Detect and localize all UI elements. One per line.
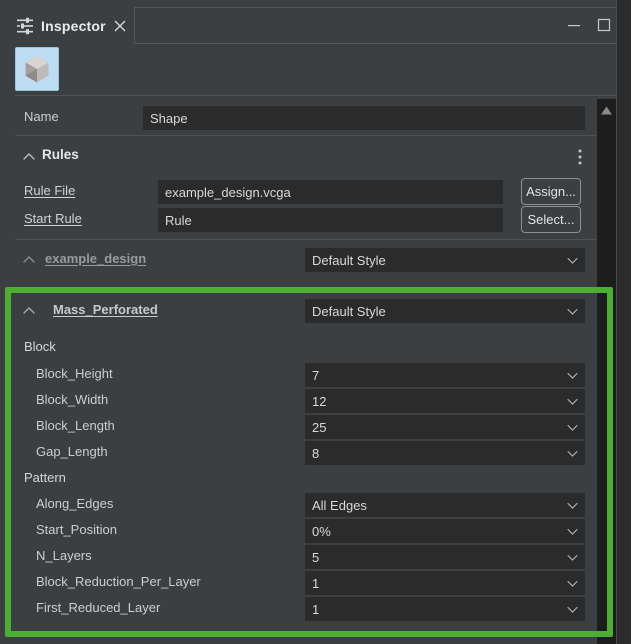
shape-object-button[interactable] <box>15 47 59 91</box>
assign-button[interactable]: Assign... <box>521 178 581 205</box>
chevron-down-icon <box>567 502 578 509</box>
chevron-down-icon <box>567 257 578 264</box>
param-label: Block_Reduction_Per_Layer <box>36 574 201 589</box>
param-row-along-edges: Along_Edges All Edges <box>0 492 597 518</box>
rule-file-value-field[interactable]: example_design.vcga <box>158 180 503 204</box>
chevron-down-icon <box>567 372 578 379</box>
param-label: Block_Width <box>36 392 109 407</box>
close-icon[interactable] <box>113 19 127 33</box>
param-value: 1 <box>312 575 320 591</box>
maximize-button[interactable] <box>595 16 613 34</box>
name-row: Name Shape <box>0 105 597 131</box>
chevron-down-icon <box>567 308 578 315</box>
param-combo-block-length[interactable]: 25 <box>305 415 585 439</box>
minimize-button[interactable] <box>565 16 583 34</box>
start-rule-link[interactable]: Start Rule <box>24 211 82 226</box>
param-combo-gap-length[interactable]: 8 <box>305 441 585 465</box>
inspector-content: Name Shape Rules Rule File example_desig… <box>0 99 597 644</box>
param-combo-block-height[interactable]: 7 <box>305 363 585 387</box>
chevron-down-icon <box>567 580 578 587</box>
name-value-field[interactable]: Shape <box>143 106 585 130</box>
param-value: 5 <box>312 549 320 565</box>
chevron-down-icon <box>567 424 578 431</box>
tab-inspector[interactable]: Inspector <box>8 7 135 44</box>
group-title-pattern: Pattern <box>24 470 66 485</box>
param-combo-first-reduced-layer[interactable]: 1 <box>305 597 585 621</box>
param-label: Block_Height <box>36 366 113 381</box>
chevron-up-icon[interactable] <box>22 304 36 318</box>
param-value: 12 <box>312 393 327 409</box>
scroll-up-arrow-icon[interactable] <box>600 105 613 116</box>
style-combo-mass-perforated[interactable]: Default Style <box>305 299 585 323</box>
select-button[interactable]: Select... <box>521 206 581 233</box>
param-value: 25 <box>312 419 327 435</box>
divider-after-rules <box>15 239 597 240</box>
name-label: Name <box>24 109 59 124</box>
param-label: Gap_Length <box>36 444 108 459</box>
chevron-down-icon <box>567 606 578 613</box>
style-combo-example-design[interactable]: Default Style <box>305 248 585 272</box>
param-row-n-layers: N_Layers 5 <box>0 544 597 570</box>
chevron-down-icon <box>567 398 578 405</box>
style-row-mass-perforated: Mass_Perforated Default Style <box>0 298 597 324</box>
vertical-scrollbar[interactable] <box>597 99 616 644</box>
chevron-down-icon <box>567 528 578 535</box>
param-combo-block-reduction-per-layer[interactable]: 1 <box>305 571 585 595</box>
start-rule-row: Start Rule Rule Select... <box>0 206 597 233</box>
param-label: Block_Length <box>36 418 115 433</box>
param-combo-start-position[interactable]: 0% <box>305 519 585 543</box>
param-row-first-reduced-layer: First_Reduced_Layer 1 <box>0 596 597 622</box>
title-bar: Inspector <box>0 0 631 44</box>
param-combo-along-edges[interactable]: All Edges <box>305 493 585 517</box>
window-right-gutter <box>616 0 631 644</box>
rule-file-link[interactable]: Rule File <box>24 183 75 198</box>
param-label: Along_Edges <box>36 496 114 511</box>
tab-strip-empty-area <box>135 7 631 44</box>
param-value: 0% <box>312 523 331 539</box>
inspector-window: Inspector Name Shape Rules Rule File exa… <box>0 0 631 644</box>
param-row-gap-length: Gap_Length 8 <box>0 440 597 466</box>
param-label: N_Layers <box>36 548 92 563</box>
chevron-down-icon <box>567 450 578 457</box>
rules-section-header[interactable]: Rules <box>0 144 597 170</box>
style-combo-value: Default Style <box>312 303 386 319</box>
rule-name-example-design[interactable]: example_design <box>45 251 146 266</box>
rule-file-row: Rule File example_design.vcga Assign... <box>0 178 597 205</box>
param-combo-n-layers[interactable]: 5 <box>305 545 585 569</box>
style-combo-value: Default Style <box>312 252 386 268</box>
param-row-block-height: Block_Height 7 <box>0 362 597 388</box>
toolbar-divider <box>15 95 616 96</box>
chevron-up-icon[interactable] <box>22 150 36 164</box>
rules-title: Rules <box>42 147 79 162</box>
divider-after-name <box>15 135 597 136</box>
param-row-block-width: Block_Width 12 <box>0 388 597 414</box>
param-value: 8 <box>312 445 320 461</box>
param-row-start-position: Start_Position 0% <box>0 518 597 544</box>
object-toolbar <box>0 44 631 98</box>
start-rule-value-field[interactable]: Rule <box>158 208 503 232</box>
chevron-down-icon <box>567 554 578 561</box>
param-row-block-length: Block_Length 25 <box>0 414 597 440</box>
style-row-example-design: example_design Default Style <box>0 247 597 273</box>
param-combo-block-width[interactable]: 12 <box>305 389 585 413</box>
rule-name-mass-perforated[interactable]: Mass_Perforated <box>53 302 158 317</box>
param-row-block-reduction-per-layer: Block_Reduction_Per_Layer 1 <box>0 570 597 596</box>
param-value: 1 <box>312 601 320 617</box>
cube-icon <box>25 55 49 83</box>
param-label: Start_Position <box>36 522 117 537</box>
kebab-menu-icon[interactable] <box>572 147 588 167</box>
tab-label: Inspector <box>41 17 106 34</box>
param-value: All Edges <box>312 497 367 513</box>
param-value: 7 <box>312 367 320 383</box>
group-title-block: Block <box>24 339 56 354</box>
sliders-icon <box>17 17 33 34</box>
chevron-up-icon[interactable] <box>22 253 36 267</box>
param-label: First_Reduced_Layer <box>36 600 161 615</box>
